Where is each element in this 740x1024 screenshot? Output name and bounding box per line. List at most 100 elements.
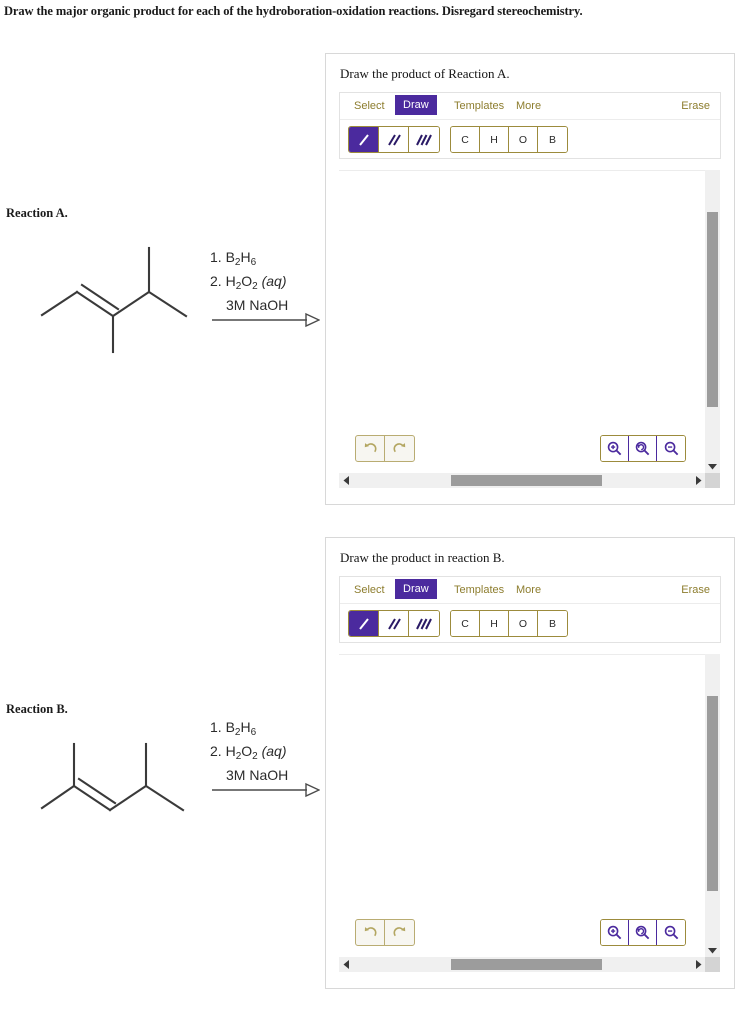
editor-b-tools-row: C H O B <box>340 604 720 642</box>
chevron-right-icon <box>695 960 701 969</box>
atom-b-button-b[interactable]: B <box>538 611 567 636</box>
zoom-out-button-a[interactable] <box>657 436 685 461</box>
undo-button-a[interactable] <box>356 436 385 461</box>
double-bond-icon <box>387 617 401 630</box>
zoom-in-button-b[interactable] <box>601 920 629 945</box>
reaction-b-block: Reaction B. 1. B2H6 2. H2O2 (aq) 3M NaOH <box>0 698 320 838</box>
single-bond-icon <box>358 133 369 146</box>
history-group-a <box>355 435 415 462</box>
menu-more-a[interactable]: More <box>510 98 547 114</box>
zoom-in-icon <box>607 441 622 456</box>
editor-a-tools-row: C H O B <box>340 120 720 158</box>
zoom-out-icon <box>664 441 678 456</box>
reaction-a-reagents: 1. B2H6 2. H2O2 (aq) 3M NaOH <box>210 248 288 315</box>
atom-h-button-b[interactable]: H <box>480 611 509 636</box>
menu-templates-a[interactable]: Templates <box>448 98 510 114</box>
editor-b-title: Draw the product in reaction B. <box>340 550 505 565</box>
reaction-a-label: Reaction A. <box>6 206 68 220</box>
drawing-canvas-b[interactable] <box>339 654 705 961</box>
atom-o-button-a[interactable]: O <box>509 127 538 152</box>
chevron-left-icon <box>343 960 349 969</box>
zoom-reset-icon <box>635 441 650 456</box>
drawing-canvas-a[interactable] <box>339 170 705 477</box>
editor-panel-a: Draw the product of Reaction A. Select D… <box>325 53 735 505</box>
horizontal-scrollbar-a[interactable] <box>339 473 705 488</box>
single-bond-tool-a[interactable] <box>349 127 379 152</box>
undo-button-b[interactable] <box>356 920 385 945</box>
zoom-out-button-b[interactable] <box>657 920 685 945</box>
chevron-right-icon <box>695 476 701 485</box>
reagent-b-line1-number: 1. <box>210 719 222 735</box>
menu-templates-b[interactable]: Templates <box>448 582 510 598</box>
scrollbar-corner-b <box>705 957 720 972</box>
scrollbar-corner-a <box>705 473 720 488</box>
triple-bond-icon <box>416 134 432 145</box>
reagent-a-line1-formula: B2H6 <box>225 249 257 268</box>
menu-select-a[interactable]: Select <box>348 98 391 114</box>
zoom-reset-button-a[interactable] <box>629 436 657 461</box>
menu-erase-b[interactable]: Erase <box>681 584 710 596</box>
single-bond-tool-b[interactable] <box>349 611 379 636</box>
editor-b-menu-row: Select Draw Templates More Erase <box>340 577 720 604</box>
horizontal-scrollbar-thumb-b[interactable] <box>451 959 602 970</box>
bond-tool-group-b <box>348 610 440 637</box>
triple-bond-icon <box>416 618 432 629</box>
menu-more-b[interactable]: More <box>510 582 547 598</box>
vertical-scrollbar-b[interactable] <box>705 654 720 957</box>
atom-o-button-b[interactable]: O <box>509 611 538 636</box>
reagent-a-line2-formula: H2O2 <box>225 273 258 292</box>
scroll-right-arrow-b[interactable] <box>691 957 705 972</box>
menu-erase-a[interactable]: Erase <box>681 100 710 112</box>
chevron-down-icon <box>708 463 717 469</box>
menu-draw-b[interactable]: Draw <box>395 579 437 599</box>
reaction-a-arrow <box>212 312 320 328</box>
reagent-b-line2-state: (aq) <box>261 743 287 759</box>
editor-a-toolbar: Select Draw Templates More Erase C H O B <box>339 92 721 159</box>
editor-panel-b: Draw the product in reaction B. Select D… <box>325 537 735 989</box>
reagent-a-line2-number: 2. <box>210 273 222 289</box>
redo-icon <box>393 443 406 453</box>
atom-h-button-a[interactable]: H <box>480 127 509 152</box>
single-bond-icon <box>358 617 369 630</box>
vertical-scrollbar-a[interactable] <box>705 170 720 473</box>
atom-c-button-a[interactable]: C <box>451 127 480 152</box>
vertical-scrollbar-thumb-b[interactable] <box>707 696 718 891</box>
reagent-a-line1-number: 1. <box>210 249 222 265</box>
scroll-down-arrow-a[interactable] <box>705 459 720 473</box>
undo-icon <box>364 927 376 937</box>
redo-button-a[interactable] <box>385 436 414 461</box>
horizontal-scrollbar-b[interactable] <box>339 957 705 972</box>
zoom-in-button-a[interactable] <box>601 436 629 461</box>
zoom-reset-icon <box>635 925 650 940</box>
double-bond-tool-b[interactable] <box>379 611 409 636</box>
zoom-out-icon <box>664 925 678 940</box>
atom-tool-group-b: C H O B <box>450 610 568 637</box>
triple-bond-tool-a[interactable] <box>409 127 439 152</box>
vertical-scrollbar-thumb-a[interactable] <box>707 212 718 407</box>
reaction-b-label: Reaction B. <box>6 702 68 716</box>
atom-b-button-a[interactable]: B <box>538 127 567 152</box>
scroll-left-arrow-a[interactable] <box>339 473 353 488</box>
zoom-reset-button-b[interactable] <box>629 920 657 945</box>
menu-select-b[interactable]: Select <box>348 582 391 598</box>
double-bond-tool-a[interactable] <box>379 127 409 152</box>
scroll-left-arrow-b[interactable] <box>339 957 353 972</box>
reagent-a-line2-state: (aq) <box>261 273 287 289</box>
atom-c-button-b[interactable]: C <box>451 611 480 636</box>
editor-a-title: Draw the product of Reaction A. <box>340 66 510 81</box>
reaction-b-arrow <box>212 782 320 798</box>
history-group-b <box>355 919 415 946</box>
redo-button-b[interactable] <box>385 920 414 945</box>
zoom-group-b <box>600 919 686 946</box>
horizontal-scrollbar-thumb-a[interactable] <box>451 475 602 486</box>
scroll-right-arrow-a[interactable] <box>691 473 705 488</box>
editor-b-toolbar: Select Draw Templates More Erase C H O B <box>339 576 721 643</box>
reagent-b-line1-formula: B2H6 <box>225 719 257 738</box>
zoom-group-a <box>600 435 686 462</box>
reaction-b-reagents: 1. B2H6 2. H2O2 (aq) 3M NaOH <box>210 718 288 785</box>
reaction-a-block: Reaction A. 1. B2H6 2. H2O2 (aq) 3M NaOH <box>0 200 320 360</box>
menu-draw-a[interactable]: Draw <box>395 95 437 115</box>
scroll-down-arrow-b[interactable] <box>705 943 720 957</box>
triple-bond-tool-b[interactable] <box>409 611 439 636</box>
zoom-in-icon <box>607 925 622 940</box>
